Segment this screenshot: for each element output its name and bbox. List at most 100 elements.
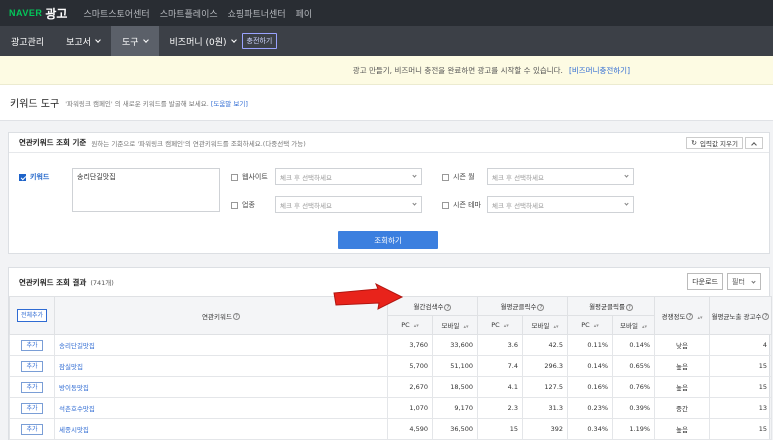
- sort-icon[interactable]: ▴▾: [463, 324, 468, 330]
- search-mobile-cell: 9,170: [432, 397, 478, 419]
- season-month-label: 시즌 월: [453, 173, 475, 181]
- link-smartplace[interactable]: 스마트플레이스: [160, 7, 218, 20]
- competition-header[interactable]: 경쟁정도? ▴▾: [654, 296, 711, 335]
- panel-title: 연관키워드 조회 기준: [19, 138, 87, 147]
- help-icon[interactable]: ?: [762, 313, 770, 320]
- keyword-cell[interactable]: 잠실맛집: [54, 355, 388, 377]
- keyword-cell[interactable]: 세종시맛집: [54, 418, 388, 440]
- avg-ads-header[interactable]: 월평균노출 광고수?: [709, 296, 773, 335]
- search-mobile-cell: 36,500: [432, 418, 478, 440]
- sort-icon[interactable]: ▴▾: [414, 323, 419, 329]
- ctr-mobile-header[interactable]: 모바일 ▴▾: [612, 315, 656, 335]
- clicks-pc-cell: 4.1: [477, 376, 523, 398]
- chevron-down-icon: [624, 201, 629, 206]
- keyword-input[interactable]: 송리단길맛집: [72, 168, 220, 212]
- table-row: 추가 방이동맛집 2,670 18,500 4.1 127.5 0.16% 0.…: [9, 376, 773, 398]
- clicks-pc-header[interactable]: PC ▴▾: [477, 315, 523, 335]
- add-button[interactable]: 추가: [21, 381, 43, 393]
- clicks-mobile-cell: 42.5: [521, 334, 569, 356]
- ctr-mobile-cell: 1.19%: [612, 418, 656, 440]
- website-select[interactable]: 체크 후 선택하세요: [275, 168, 422, 185]
- avg-ctr-header: 월평균클릭률?: [567, 296, 656, 316]
- clicks-mobile-header[interactable]: 모바일 ▴▾: [521, 315, 569, 335]
- competition-cell: 높음: [654, 376, 711, 398]
- competition-cell: 높음: [654, 418, 711, 440]
- search-button[interactable]: 조회하기: [338, 231, 438, 249]
- add-cell: 추가: [9, 397, 55, 419]
- ctr-pc-cell: 0.16%: [567, 376, 614, 398]
- download-button[interactable]: 다운로드: [687, 273, 723, 290]
- website-option[interactable]: 웹사이트: [231, 172, 268, 182]
- header-label: 월평균클릭수: [500, 303, 537, 311]
- filter-button[interactable]: 필터: [727, 273, 761, 290]
- naver-ad-logo[interactable]: NAVER 광고: [0, 5, 67, 22]
- industry-label: 업종: [242, 201, 255, 209]
- keyword-checkbox[interactable]: [19, 173, 26, 181]
- ctr-mobile-cell: 0.14%: [612, 334, 656, 356]
- sort-icon[interactable]: ▴▾: [553, 324, 558, 330]
- menu-label: 도구: [121, 37, 139, 48]
- ads-cell: 15: [709, 355, 773, 377]
- sort-icon[interactable]: ▴▾: [642, 324, 647, 330]
- ads-cell: 15: [709, 418, 773, 440]
- keyword-option[interactable]: 키워드: [19, 172, 49, 182]
- link-pay[interactable]: 페이: [296, 7, 313, 20]
- header-label: PC: [401, 321, 410, 329]
- help-icon[interactable]: ?: [444, 303, 452, 311]
- header-label: 모바일: [620, 322, 638, 330]
- menu-label: 보고서: [66, 37, 91, 48]
- header-label: 월평균클릭률: [589, 303, 625, 311]
- table-row: 추가 송리단길맛집 3,760 33,600 3.6 42.5 0.11% 0.…: [9, 334, 773, 356]
- website-checkbox[interactable]: [231, 173, 238, 181]
- industry-select[interactable]: 체크 후 선택하세요: [275, 196, 422, 213]
- add-button[interactable]: 추가: [21, 423, 43, 435]
- header-label: PC: [491, 321, 500, 329]
- collapse-button[interactable]: [745, 137, 763, 149]
- ctr-pc-cell: 0.11%: [567, 334, 614, 356]
- season-month-option[interactable]: 시즌 월: [442, 172, 475, 182]
- help-icon[interactable]: ?: [625, 303, 633, 311]
- menu-bizmoney[interactable]: 비즈머니 (0원) 충전하기: [159, 26, 289, 56]
- season-theme-checkbox[interactable]: [442, 201, 449, 209]
- add-cell: 추가: [9, 334, 55, 356]
- search-pc-header[interactable]: PC ▴▾: [387, 315, 433, 335]
- competition-cell: 낮음: [654, 334, 711, 356]
- add-all-button[interactable]: 전체추가: [16, 309, 48, 322]
- bizmoney-charge-link[interactable]: [비즈머니충전하기]: [569, 65, 630, 76]
- menu-label: 광고관리: [11, 37, 45, 48]
- header-label: 경쟁정도: [661, 312, 686, 321]
- help-link[interactable]: [도움말 보기]: [211, 98, 248, 108]
- menu-ad-management[interactable]: 광고관리: [0, 26, 55, 56]
- season-month-checkbox[interactable]: [442, 173, 449, 181]
- season-month-select[interactable]: 체크 후 선택하세요: [487, 168, 634, 185]
- chevron-down-icon: [142, 36, 149, 43]
- keyword-cell[interactable]: 석촌호수맛집: [54, 397, 388, 419]
- industry-checkbox[interactable]: [231, 201, 238, 209]
- sort-icon[interactable]: ▴▾: [697, 315, 702, 321]
- charge-button[interactable]: 충전하기: [241, 33, 278, 49]
- add-all-header: 전체추가: [9, 296, 55, 335]
- search-mobile-header[interactable]: 모바일 ▴▾: [432, 315, 478, 335]
- ctr-pc-header[interactable]: PC ▴▾: [567, 315, 614, 335]
- keyword-cell[interactable]: 방이동맛집: [54, 376, 388, 398]
- menu-reports[interactable]: 보고서: [55, 26, 111, 56]
- reset-input-button[interactable]: ↻ 입력값 지우기: [686, 137, 743, 149]
- add-button[interactable]: 추가: [21, 402, 43, 414]
- add-button[interactable]: 추가: [21, 339, 43, 351]
- menu-tools[interactable]: 도구: [110, 26, 159, 56]
- add-button[interactable]: 추가: [21, 360, 43, 372]
- keyword-cell[interactable]: 송리단길맛집: [54, 334, 388, 356]
- sort-icon[interactable]: ▴▾: [594, 323, 599, 329]
- link-shopping-partner[interactable]: 쇼핑파트너센터: [228, 7, 286, 20]
- help-icon[interactable]: ?: [537, 303, 545, 311]
- select-placeholder: 체크 후 선택하세요: [492, 173, 544, 182]
- industry-option[interactable]: 업종: [231, 200, 255, 210]
- ctr-pc-cell: 0.23%: [567, 397, 614, 419]
- competition-cell: 중간: [654, 397, 711, 419]
- help-icon[interactable]: ?: [232, 313, 240, 320]
- sort-icon[interactable]: ▴▾: [504, 323, 509, 329]
- link-smartstore[interactable]: 스마트스토어센터: [83, 7, 149, 20]
- help-icon[interactable]: ?: [686, 313, 694, 320]
- season-theme-option[interactable]: 시즌 테마: [442, 200, 481, 210]
- season-theme-select[interactable]: 체크 후 선택하세요: [487, 196, 634, 213]
